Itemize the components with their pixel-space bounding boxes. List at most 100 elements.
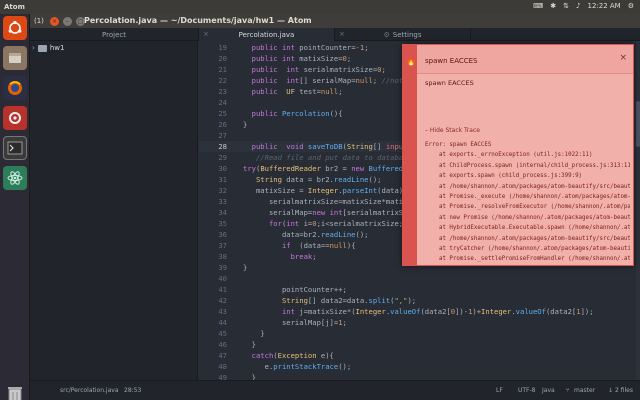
bluetooth-icon[interactable]: ✱ bbox=[550, 2, 556, 10]
code-text: serialmatrixSize=matixSize*matixSize bbox=[243, 197, 425, 206]
stack-trace-line: at Promise._execute (/home/shannon/.atom… bbox=[425, 194, 630, 201]
stack-trace-line: at /home/shannon/.atom/packages/atom-bea… bbox=[425, 235, 630, 242]
line-number: 30 bbox=[218, 164, 227, 173]
scrollbar-thumb[interactable] bbox=[636, 101, 640, 147]
code-line[interactable]: 44 serialMap[j]=1; bbox=[199, 317, 640, 328]
code-line[interactable]: 43 int j=matixSize*(Integer.valueOf(data… bbox=[199, 306, 640, 317]
files-icon[interactable] bbox=[3, 46, 27, 70]
top-panel: Atom ⌨ ✱ ⇅ ♪ 12:22 AM ⚙ bbox=[0, 0, 640, 14]
tab-label: Settings bbox=[392, 30, 422, 39]
code-text: public void saveToDB(String[] inputTxt bbox=[251, 142, 421, 151]
keyboard-icon[interactable]: ⌨ bbox=[533, 2, 543, 10]
code-text: public int serialmatrixSize=0; bbox=[251, 65, 386, 74]
line-number: 35 bbox=[218, 219, 227, 228]
atom-icon[interactable] bbox=[3, 166, 27, 190]
ubuntu-icon[interactable] bbox=[3, 16, 27, 40]
stack-trace-line: at exports.spawn (child_process.js:399:9… bbox=[425, 173, 583, 180]
code-text: public int matixSize=0; bbox=[251, 54, 352, 63]
code-text: public UF test=null; bbox=[251, 87, 343, 96]
status-files-changed[interactable]: 2 files bbox=[615, 387, 633, 394]
terminal-icon[interactable] bbox=[3, 136, 27, 160]
volume-icon[interactable]: ♪ bbox=[576, 2, 580, 10]
code-line[interactable]: 45 } bbox=[199, 328, 640, 339]
power-gear-icon[interactable]: ⚙ bbox=[628, 2, 634, 10]
settings-icon[interactable] bbox=[3, 106, 27, 130]
code-line[interactable]: 41 pointCounter++; bbox=[199, 284, 640, 295]
line-number: 23 bbox=[218, 87, 227, 96]
settings-tab-icon: ⚙ bbox=[383, 30, 390, 39]
clock[interactable]: 12:22 AM bbox=[587, 2, 620, 10]
line-number: 40 bbox=[218, 274, 227, 283]
code-text: pointCounter++; bbox=[243, 285, 347, 294]
stack-trace-line: Error: spawn EACCES bbox=[425, 142, 492, 148]
status-encoding[interactable]: UTF-8 bbox=[518, 387, 536, 394]
stack-trace-line: at Promise._settlePromise (/home/shannon… bbox=[425, 265, 630, 266]
flame-icon: 🔥 bbox=[406, 57, 416, 66]
status-file-path[interactable]: src/Percolation.java bbox=[60, 387, 119, 394]
line-number: 27 bbox=[218, 131, 227, 140]
code-line[interactable]: 42 String[] data2=data.split(","); bbox=[199, 295, 640, 306]
line-number: 46 bbox=[218, 340, 227, 349]
code-text: try(BufferedReader br2 = new BufferedRe bbox=[243, 164, 412, 173]
line-number: 32 bbox=[218, 186, 227, 195]
code-text: } bbox=[243, 263, 248, 272]
chevron-right-icon[interactable]: › bbox=[32, 44, 35, 52]
code-line[interactable]: 40 bbox=[199, 273, 640, 284]
window-controls: × – □ bbox=[50, 17, 85, 26]
editor-scrollbar[interactable] bbox=[636, 41, 640, 380]
minimize-window-button[interactable]: – bbox=[63, 17, 72, 26]
close-icon[interactable]: × bbox=[619, 53, 627, 63]
notification-message: spawn EACCES bbox=[425, 79, 474, 87]
tab-bar: Project × Percolation.java × ⚙ Settings bbox=[30, 28, 640, 41]
error-notification: 🔥 spawn EACCES × spawn EACCES – Hide Sta… bbox=[402, 44, 634, 266]
line-number: 37 bbox=[218, 241, 227, 250]
code-text: serialMap=new int[serialmatrixSize] bbox=[243, 208, 421, 217]
code-line[interactable]: 48 e.printStackTrace(); bbox=[199, 361, 640, 372]
tab-project[interactable]: Project bbox=[30, 28, 199, 41]
stack-trace: Error: spawn EACCES at exports._errnoExc… bbox=[425, 140, 630, 266]
active-app-name: Atom bbox=[4, 3, 25, 11]
code-text: catch(Exception e){ bbox=[251, 351, 334, 360]
firefox-icon[interactable] bbox=[3, 76, 27, 100]
line-number: 45 bbox=[218, 329, 227, 338]
line-number: 47 bbox=[218, 351, 227, 360]
close-window-button[interactable]: × bbox=[50, 17, 59, 26]
status-grammar[interactable]: Java bbox=[542, 387, 555, 394]
atom-window: (1) × – □ Percolation.java — ~/Documents… bbox=[30, 14, 640, 400]
title-bar: (1) × – □ Percolation.java — ~/Documents… bbox=[30, 14, 640, 28]
stack-trace-line: at new Promise (/home/shannon/.atom/pack… bbox=[425, 214, 630, 221]
notification-body: spawn EACCES – Hide Stack Trace Error: s… bbox=[417, 73, 633, 266]
window-title: Percolation.java — ~/Documents/java/hw1 … bbox=[84, 16, 312, 25]
stack-trace-line: at ChildProcess.spawn (internal/child_pr… bbox=[425, 162, 630, 169]
tab-percolation-java[interactable]: × Percolation.java bbox=[199, 28, 335, 41]
network-icon[interactable]: ⇅ bbox=[563, 2, 569, 10]
status-bar: src/Percolation.java 28:53 LF UTF-8 Java… bbox=[30, 380, 640, 400]
code-text: String data = br2.readLine(); bbox=[255, 175, 382, 184]
status-cursor-position[interactable]: 28:53 bbox=[124, 387, 141, 394]
line-number: 26 bbox=[218, 120, 227, 129]
trash-icon[interactable] bbox=[5, 384, 25, 400]
code-line[interactable]: 47 catch(Exception e){ bbox=[199, 350, 640, 361]
notification-title: spawn EACCES bbox=[425, 57, 478, 65]
window-prefix: (1) bbox=[34, 17, 44, 25]
code-line[interactable]: 46 } bbox=[199, 339, 640, 350]
status-line-ending[interactable]: LF bbox=[496, 387, 503, 394]
code-text: } bbox=[243, 120, 248, 129]
status-git-branch[interactable]: master bbox=[574, 387, 595, 394]
line-number: 24 bbox=[218, 98, 227, 107]
code-text: int j=matixSize*(Integer.valueOf(data2[0… bbox=[281, 307, 594, 316]
line-number: 28 bbox=[218, 142, 227, 151]
tree-root-folder[interactable]: › hw1 bbox=[32, 44, 64, 52]
line-number: 44 bbox=[218, 318, 227, 327]
code-text: break; bbox=[290, 252, 317, 261]
code-text: } bbox=[243, 340, 256, 349]
line-number: 34 bbox=[218, 208, 227, 217]
code-text: data=br2.readLine(); bbox=[243, 230, 369, 239]
hide-stack-trace-link[interactable]: – Hide Stack Trace bbox=[425, 127, 480, 134]
close-tab-icon[interactable]: × bbox=[339, 30, 345, 38]
line-number: 36 bbox=[218, 230, 227, 239]
code-text: public int[] serialMap=null; //not inc bbox=[251, 76, 421, 85]
code-text: //Read file and put data to database bbox=[255, 153, 412, 162]
tab-settings[interactable]: × ⚙ Settings bbox=[335, 28, 471, 41]
close-tab-icon[interactable]: × bbox=[203, 30, 209, 38]
